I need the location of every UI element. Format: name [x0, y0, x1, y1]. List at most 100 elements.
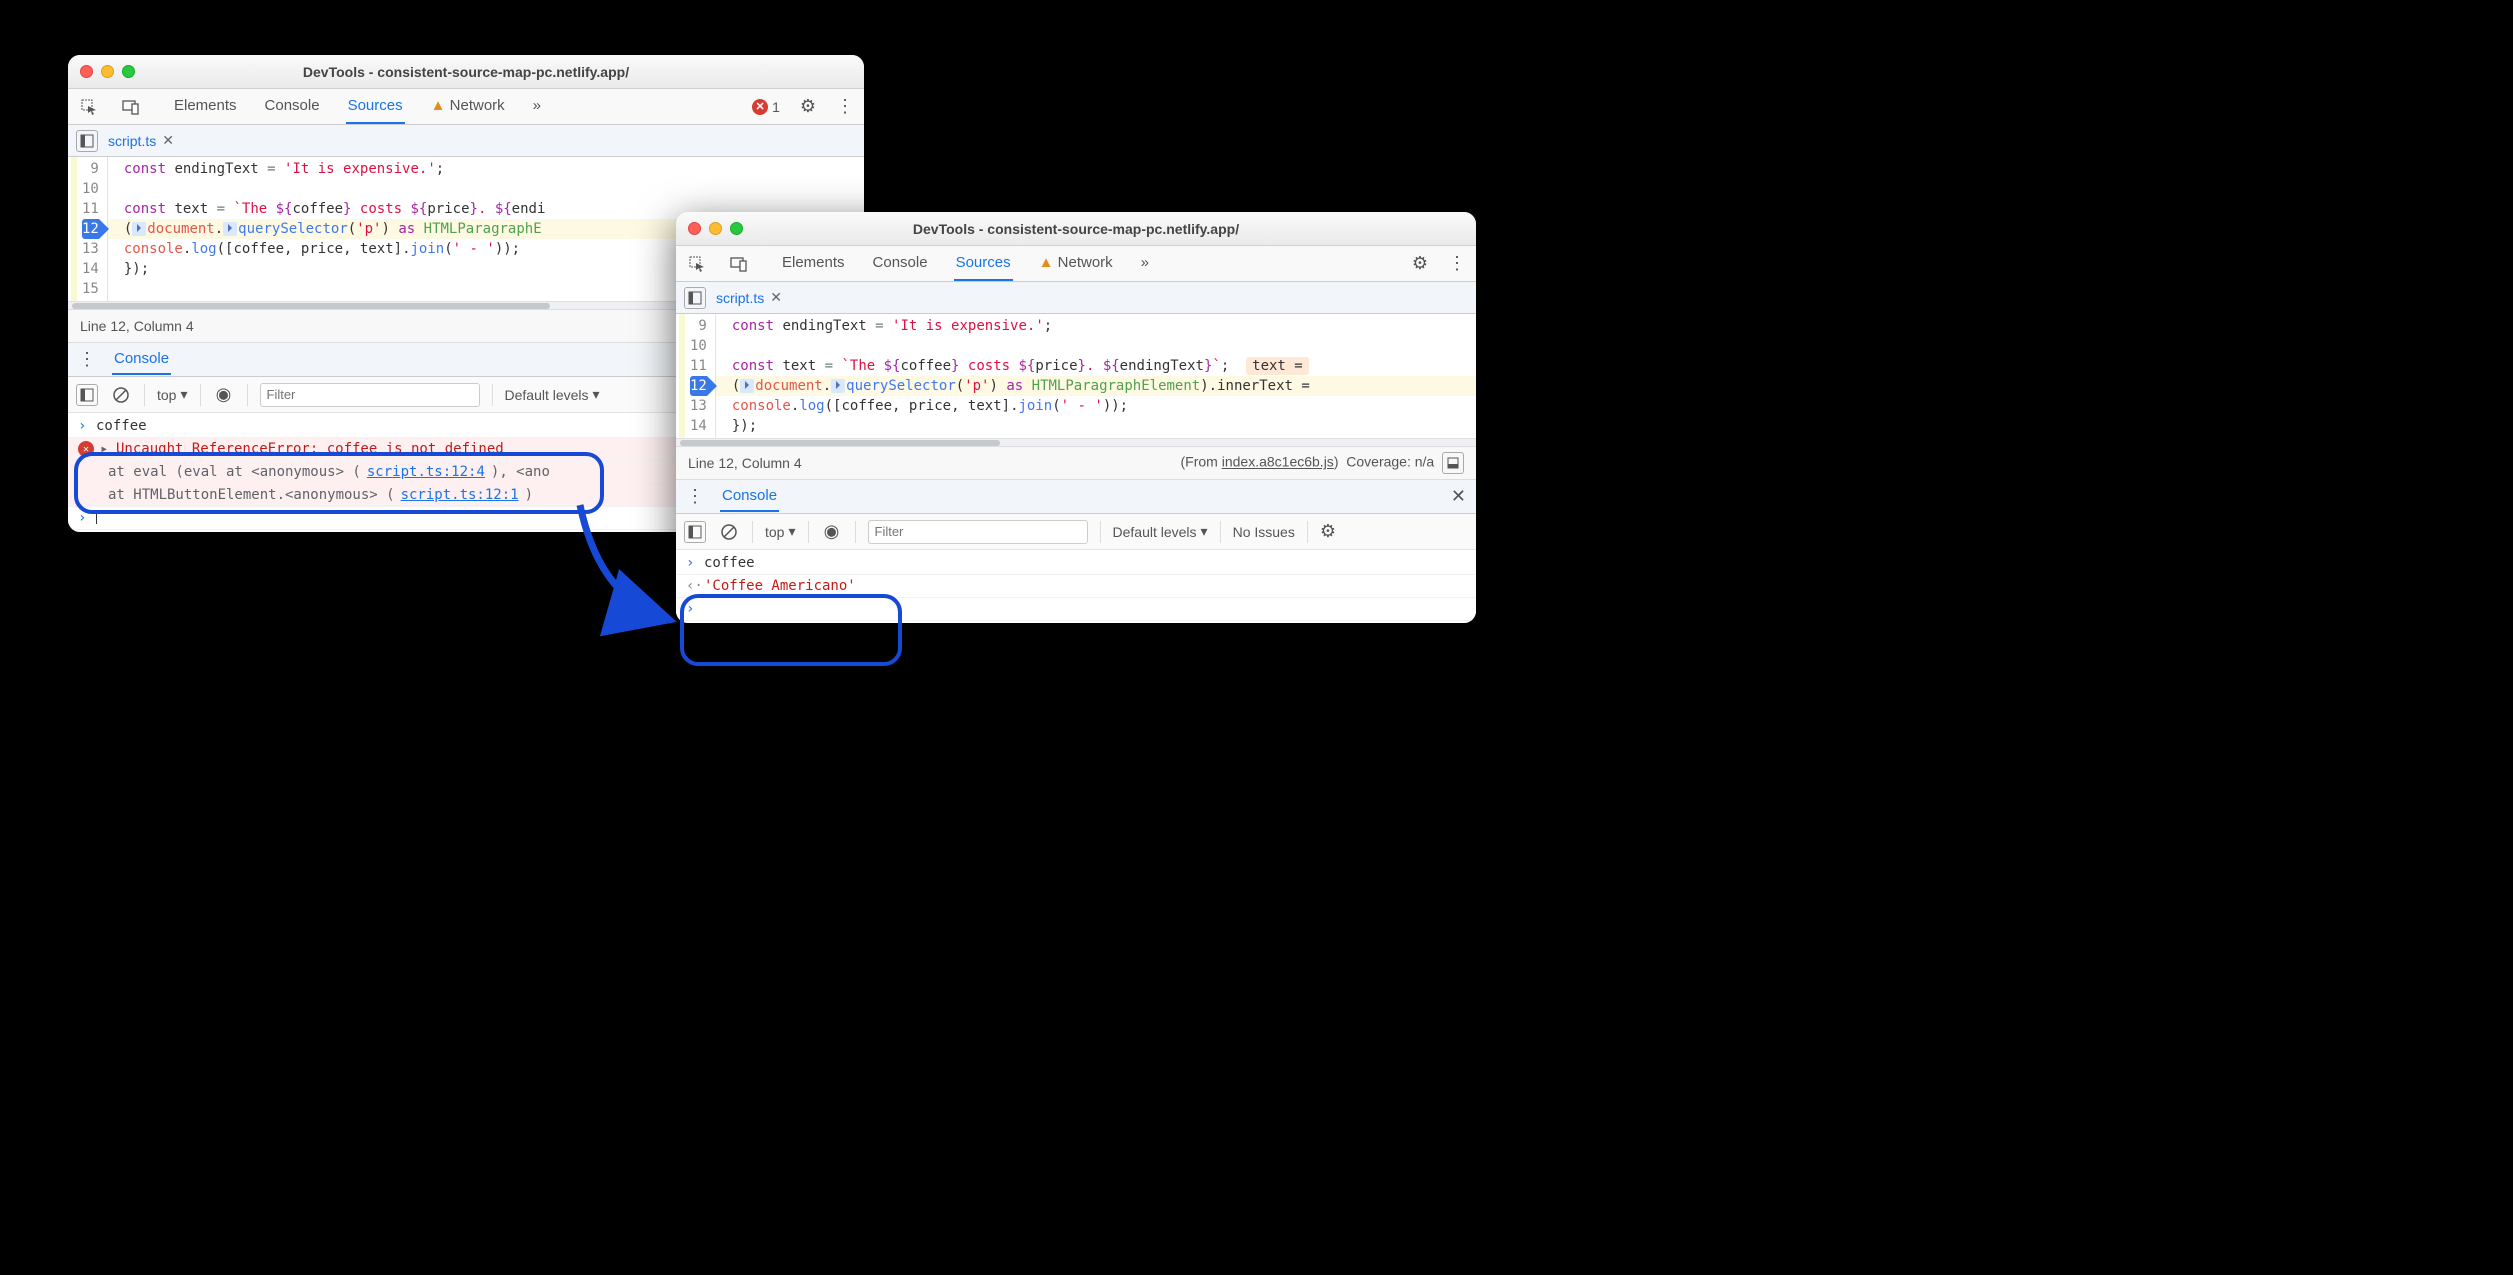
- gutter-warning-strip: [679, 314, 685, 438]
- error-circle-icon: ✕: [78, 441, 94, 457]
- tab-sources[interactable]: Sources: [954, 246, 1013, 281]
- coverage-toggle-icon[interactable]: [1442, 452, 1464, 474]
- file-tab-bar: script.ts ✕: [676, 282, 1476, 314]
- expand-caret-icon[interactable]: ▸: [100, 441, 110, 457]
- annotation-arrow-icon: [560, 480, 720, 660]
- stack-link[interactable]: script.ts:12:4: [367, 464, 485, 480]
- main-toolbar: Elements Console Sources ▲ Network » ✕ 1…: [68, 89, 864, 125]
- settings-gear-icon[interactable]: ⚙: [800, 96, 816, 117]
- gutter-line: 11: [690, 356, 707, 376]
- warning-triangle-icon: ▲: [1039, 254, 1054, 271]
- panel-tabs: Elements Console Sources ▲ Network »: [780, 246, 1392, 281]
- console-body[interactable]: › coffee ‹· 'Coffee Americano' ›: [676, 550, 1476, 623]
- drawer-close-icon[interactable]: ✕: [1451, 486, 1466, 507]
- console-filter-input[interactable]: [260, 383, 480, 407]
- file-tab-bar: script.ts ✕: [68, 125, 864, 157]
- gutter-line: 9: [690, 316, 707, 336]
- console-sidebar-toggle-icon[interactable]: [76, 384, 98, 406]
- object-chip-icon: [831, 379, 845, 393]
- gutter-line: 14: [690, 416, 707, 436]
- gutter-warning-strip: [71, 157, 77, 301]
- file-tab-label: script.ts: [716, 290, 764, 306]
- device-toolbar-icon[interactable]: [728, 253, 750, 275]
- text-cursor: [96, 510, 97, 524]
- live-expression-icon[interactable]: ◉: [213, 384, 235, 406]
- stack-link[interactable]: script.ts:12:1: [401, 487, 519, 503]
- drawer-kebab-icon[interactable]: ⋮: [78, 349, 96, 370]
- close-file-tab-icon[interactable]: ✕: [770, 289, 782, 306]
- error-message: Uncaught ReferenceError: coffee is not d…: [116, 441, 504, 457]
- titlebar[interactable]: DevTools - consistent-source-map-pc.netl…: [676, 212, 1476, 246]
- devtools-window-right: DevTools - consistent-source-map-pc.netl…: [676, 212, 1476, 623]
- inline-value-pill: text =: [1246, 357, 1309, 375]
- console-toolbar: top ▾ ◉ Default levels ▾ No Issues ⚙: [676, 514, 1476, 550]
- log-levels-selector[interactable]: Default levels ▾: [505, 386, 600, 403]
- gutter-line: 10: [690, 336, 707, 356]
- context-selector[interactable]: top ▾: [157, 386, 188, 403]
- tab-overflow[interactable]: »: [531, 89, 543, 124]
- console-input-text: coffee: [96, 418, 147, 434]
- chevron-down-icon: ▾: [593, 386, 600, 403]
- tab-overflow[interactable]: »: [1139, 246, 1151, 281]
- log-levels-selector[interactable]: Default levels ▾: [1113, 523, 1208, 540]
- prompt-chevron-icon: ›: [78, 418, 90, 434]
- tab-elements[interactable]: Elements: [780, 246, 847, 281]
- prompt-chevron-icon: ›: [78, 510, 90, 526]
- live-expression-icon[interactable]: ◉: [821, 521, 843, 543]
- chevron-down-icon: ▾: [180, 386, 187, 403]
- device-toolbar-icon[interactable]: [120, 96, 142, 118]
- drawer-header: ⋮ Console ✕: [676, 480, 1476, 514]
- titlebar[interactable]: DevTools - consistent-source-map-pc.netl…: [68, 55, 864, 89]
- coverage-label: Coverage: n/a: [1346, 454, 1434, 470]
- drawer-tab-console[interactable]: Console: [112, 344, 171, 375]
- console-output-row: ‹· 'Coffee Americano': [676, 575, 1476, 598]
- navigator-toggle-icon[interactable]: [684, 287, 706, 309]
- no-issues-label[interactable]: No Issues: [1233, 524, 1295, 540]
- code-editor[interactable]: 9 10 11 12 13 14 const endingText = 'It …: [676, 314, 1476, 438]
- gutter-line: 13: [82, 239, 99, 259]
- status-right: (From index.a8c1ec6b.js) Coverage: n/a: [1181, 452, 1464, 474]
- close-file-tab-icon[interactable]: ✕: [162, 132, 174, 149]
- kebab-menu-icon[interactable]: ⋮: [1448, 253, 1466, 274]
- kebab-menu-icon[interactable]: ⋮: [836, 96, 854, 117]
- settings-gear-icon[interactable]: ⚙: [1412, 253, 1428, 274]
- object-chip-icon: [740, 379, 754, 393]
- error-badge-icon: ✕: [752, 99, 768, 115]
- clear-console-icon[interactable]: [110, 384, 132, 406]
- gutter-line-current: 12: [82, 219, 99, 239]
- warning-triangle-icon: ▲: [431, 97, 446, 114]
- inspect-element-icon[interactable]: [78, 96, 100, 118]
- gutter-line: 10: [82, 179, 99, 199]
- gutter-line: 9: [82, 159, 99, 179]
- panel-tabs: Elements Console Sources ▲ Network »: [172, 89, 732, 124]
- navigator-toggle-icon[interactable]: [76, 130, 98, 152]
- clear-console-icon[interactable]: [718, 521, 740, 543]
- tab-console[interactable]: Console: [871, 246, 930, 281]
- tab-elements[interactable]: Elements: [172, 89, 239, 124]
- error-count-value: 1: [772, 99, 780, 115]
- gutter-line: 14: [82, 259, 99, 279]
- file-tab-script[interactable]: script.ts ✕: [716, 289, 782, 306]
- inspect-element-icon[interactable]: [686, 253, 708, 275]
- tab-sources[interactable]: Sources: [346, 89, 405, 124]
- console-prompt-row[interactable]: ›: [676, 598, 1476, 621]
- tab-console[interactable]: Console: [263, 89, 322, 124]
- cursor-position: Line 12, Column 4: [688, 455, 802, 471]
- chevron-down-icon: ▾: [788, 523, 795, 540]
- console-filter-input[interactable]: [868, 520, 1088, 544]
- tab-network[interactable]: ▲ Network: [429, 89, 507, 124]
- code-area[interactable]: const endingText = 'It is expensive.'; c…: [716, 314, 1476, 438]
- window-title: DevTools - consistent-source-map-pc.netl…: [676, 221, 1476, 237]
- gutter-line: 15: [82, 279, 99, 299]
- error-counter[interactable]: ✕ 1: [752, 99, 780, 115]
- console-input-row: › coffee: [676, 552, 1476, 575]
- tab-network[interactable]: ▲ Network: [1037, 246, 1115, 281]
- file-tab-label: script.ts: [108, 133, 156, 149]
- console-settings-gear-icon[interactable]: ⚙: [1320, 521, 1336, 542]
- editor-horizontal-scrollbar[interactable]: [676, 438, 1476, 446]
- context-selector[interactable]: top ▾: [765, 523, 796, 540]
- gutter-line: 13: [690, 396, 707, 416]
- drawer-tab-console[interactable]: Console: [720, 481, 779, 512]
- file-tab-script[interactable]: script.ts ✕: [108, 132, 174, 149]
- sourcemap-link[interactable]: index.a8c1ec6b.js: [1222, 454, 1334, 470]
